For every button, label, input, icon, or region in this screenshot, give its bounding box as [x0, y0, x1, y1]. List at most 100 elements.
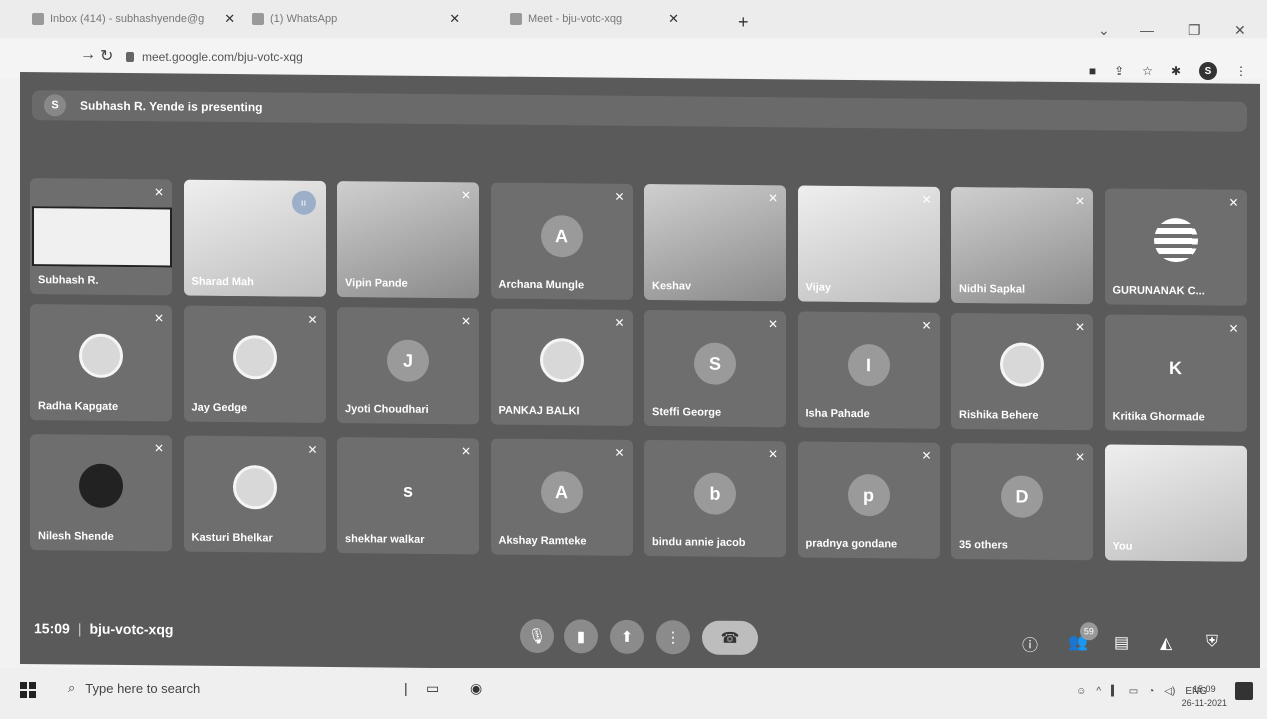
close-tab-icon[interactable]: ✕ [668, 11, 679, 27]
participant-tile[interactable]: ✕ Rishika Behere [951, 312, 1093, 431]
mic-off-icon: ✕ [614, 315, 625, 330]
chrome-icon[interactable]: ◉ [470, 680, 482, 697]
mic-off-icon: ✕ [460, 188, 471, 203]
mic-button[interactable]: 🎙 [520, 618, 554, 654]
participant-name: Nidhi Sapkal [959, 283, 1026, 296]
camera-button[interactable]: ▮ [564, 619, 598, 654]
info-icon[interactable]: ⓘ [1022, 632, 1038, 656]
file-explorer-icon[interactable]: ▭ [426, 680, 439, 697]
participant-tile[interactable]: D ✕ 35 others [951, 442, 1093, 561]
network-icon[interactable]: ◔ [1148, 686, 1154, 697]
leave-call-button[interactable]: ☎ [702, 620, 758, 656]
participant-tile[interactable]: ✕ Subhash R. [30, 178, 172, 296]
presentation-thumbnail [32, 206, 172, 268]
clock-time: 15:09 [1193, 684, 1216, 694]
participant-name: Keshav [652, 280, 692, 293]
participant-tile[interactable]: K ✕ Kritika Ghormade [1104, 314, 1247, 432]
meeting-info: 15:09 | bju-votc-xqg [34, 620, 173, 637]
participant-tile[interactable]: p ✕ pradnya gondane [797, 441, 940, 559]
mic-off-icon: ✕ [307, 312, 318, 327]
forward-icon[interactable]: → [80, 46, 96, 64]
mic-off-icon: ✕ [1228, 321, 1239, 336]
participant-tile[interactable]: I ✕ Isha Pahade [797, 311, 940, 429]
pen-icon[interactable]: ▍ [1111, 686, 1119, 697]
presenting-text: Subhash R. Yende is presenting [80, 98, 263, 115]
host-controls-icon[interactable]: ⛨ [1206, 633, 1218, 651]
participant-tile[interactable]: J ✕ Jyoti Choudhari [337, 307, 479, 425]
participant-tile[interactable]: ✕ GURUNANAK C... [1104, 188, 1247, 306]
close-tab-icon[interactable]: ✕ [449, 11, 460, 27]
battery-icon[interactable]: ▭ [1129, 686, 1138, 697]
meeting-code: bju-votc-xqg [89, 620, 174, 638]
menu-icon[interactable]: ⋮ [1235, 64, 1247, 78]
more-options-button[interactable]: ⋮ [656, 620, 690, 655]
reload-icon[interactable]: ↻ [100, 46, 113, 66]
participant-tile[interactable]: ✕ Jay Gedge [183, 305, 326, 423]
participant-tile[interactable]: b ✕ bindu annie jacob [644, 439, 786, 558]
taskbar-search[interactable]: ⌕ Type here to search [68, 680, 200, 696]
present-button[interactable]: ⬆ [610, 619, 644, 654]
tab-whatsapp[interactable]: (1) WhatsApp ✕ [252, 6, 460, 32]
task-divider: | [404, 680, 408, 696]
mic-off-icon: ✕ [307, 442, 318, 457]
star-icon[interactable]: ☆ [1142, 64, 1153, 78]
participant-tile[interactable]: ✕ Keshav [644, 183, 786, 302]
chat-icon[interactable]: ▤ [1114, 633, 1129, 653]
mic-off-icon: ✕ [921, 448, 932, 463]
lock-icon [126, 52, 134, 62]
share-icon[interactable]: ⇪ [1114, 64, 1124, 78]
taskbar: ⌕ Type here to search | ▭ ◉ ☺ ^ ▍ ▭ ◔ ◁)… [0, 668, 1267, 719]
mic-off-icon: ✕ [767, 317, 778, 332]
participant-name: Jay Gedge [191, 401, 248, 415]
clock-date: 26-11-2021 [1181, 698, 1227, 708]
participant-tile[interactable]: s ✕ shekhar walkar [337, 437, 479, 555]
tab-gmail[interactable]: Inbox (414) - subhashyende@g ✕ [32, 6, 235, 32]
mic-off-icon: ✕ [153, 441, 164, 456]
url-bar[interactable]: meet.google.com/bju-votc-xqg [126, 50, 303, 64]
avatar-initial: I [847, 344, 890, 387]
windows-start-icon[interactable] [20, 682, 36, 698]
profile-avatar[interactable]: S [1199, 62, 1217, 80]
participant-tile[interactable]: You [1104, 444, 1247, 562]
tab-bar: Inbox (414) - subhashyende@g ✕ (1) Whats… [0, 0, 1267, 38]
participant-tile[interactable]: ✕ PANKAJ BALKI [490, 308, 633, 426]
activities-icon[interactable]: ◭ [1160, 633, 1172, 653]
meet-stage: S Subhash R. Yende is presenting ✕ Subhas… [20, 72, 1260, 676]
participant-tile[interactable]: A ✕ Akshay Ramteke [490, 438, 633, 556]
chevron-up-icon[interactable]: ^ [1096, 686, 1101, 697]
participant-tile[interactable]: ✕ Nidhi Sapkal [951, 186, 1093, 305]
participant-name: Sharad Mah [191, 275, 254, 289]
avatar [1153, 217, 1198, 263]
close-window-button[interactable]: ✕ [1234, 22, 1246, 39]
extensions-icon[interactable]: ✱ [1171, 64, 1181, 78]
participant-tile[interactable]: ✕ Nilesh Shende [30, 434, 172, 552]
avatar [539, 338, 584, 383]
mic-off-icon: ✕ [921, 192, 932, 207]
participant-name: Steffi George [652, 406, 722, 419]
minimize-button[interactable]: — [1140, 22, 1154, 38]
notifications-icon[interactable] [1235, 682, 1253, 700]
mic-off-icon: ✕ [153, 311, 164, 326]
people-tray-icon[interactable]: ☺ [1076, 686, 1086, 697]
participant-tile[interactable]: ✕ Kasturi Bhelkar [183, 435, 326, 553]
camera-icon[interactable]: ■ [1089, 64, 1096, 78]
volume-icon[interactable]: ◁) [1164, 686, 1175, 697]
participant-tile[interactable]: ✕ Vijay [797, 185, 940, 303]
meet-icon [510, 13, 522, 25]
people-count-badge: 59 [1079, 622, 1098, 641]
restore-button[interactable]: ❐ [1188, 22, 1201, 39]
tab-search-icon[interactable]: ⌄ [1098, 22, 1110, 39]
people-icon[interactable]: 👥 59 [1068, 622, 1098, 652]
participant-tile[interactable]: ✕ Vipin Pande [337, 181, 479, 299]
participant-name: You [1112, 540, 1133, 553]
system-clock[interactable]: 15:09 26-11-2021 [1182, 682, 1227, 710]
new-tab-button[interactable]: + [738, 12, 749, 33]
participant-tile[interactable]: A ✕ Archana Mungle [490, 182, 633, 300]
participant-tile[interactable]: ıı Sharad Mah [183, 179, 326, 297]
participant-tile[interactable]: S ✕ Steffi George [644, 309, 786, 428]
close-tab-icon[interactable]: ✕ [224, 11, 235, 27]
participant-tile[interactable]: ✕ Radha Kapgate [30, 304, 172, 422]
tab-meet[interactable]: Meet - bju-votc-xqg ✕ [510, 6, 679, 32]
mic-off-icon: ✕ [921, 318, 932, 333]
avatar [1000, 342, 1044, 387]
